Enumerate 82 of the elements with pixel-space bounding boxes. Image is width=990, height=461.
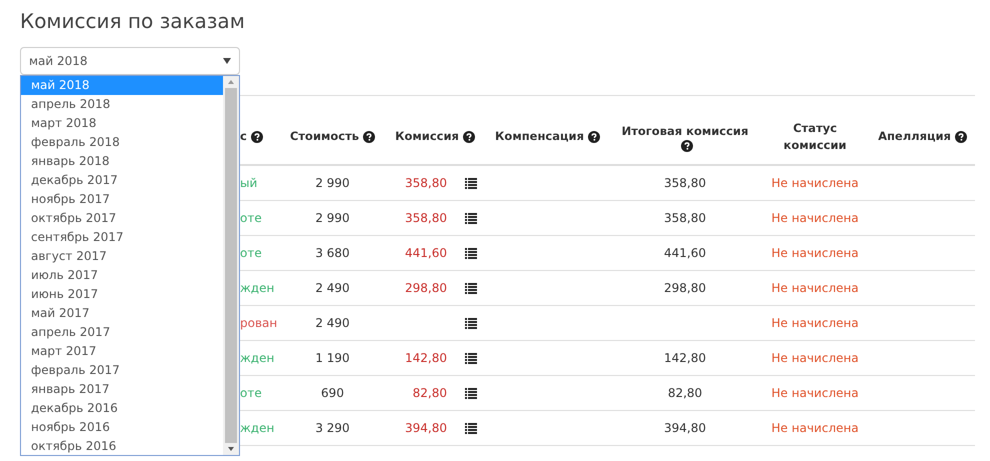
month-option[interactable]: март 2018	[21, 114, 223, 133]
month-option[interactable]: октябрь 2017	[21, 209, 223, 228]
list-icon[interactable]	[465, 178, 477, 189]
month-option[interactable]: сентябрь 2017	[21, 228, 223, 247]
commission-status: Не начислена	[771, 420, 859, 437]
month-option[interactable]: февраль 2018	[21, 133, 223, 152]
commission-value: 142,80	[405, 350, 447, 367]
table-cell-text: 142,80	[664, 350, 706, 367]
month-option[interactable]: апрель 2017	[21, 323, 223, 342]
column-header: Апелляция	[878, 128, 951, 146]
commission-status: Не начислена	[771, 280, 859, 297]
table-cell-text: 2 990	[315, 175, 350, 192]
help-icon[interactable]	[954, 131, 967, 143]
month-option[interactable]: октябрь 2016	[21, 437, 223, 456]
table-cell-text: 82,80	[668, 385, 702, 402]
help-icon[interactable]	[250, 131, 263, 143]
list-icon[interactable]	[465, 388, 477, 399]
column-header: Комиссия	[395, 128, 459, 146]
list-icon[interactable]	[465, 213, 477, 224]
order-status: жден	[240, 350, 274, 367]
month-option[interactable]: декабрь 2017	[21, 171, 223, 190]
help-icon[interactable]	[681, 140, 693, 152]
page-title: Комиссия по заказам	[20, 8, 245, 35]
month-option[interactable]: апрель 2018	[21, 95, 223, 114]
month-option[interactable]: январь 2018	[21, 152, 223, 171]
list-icon[interactable]	[465, 283, 477, 294]
table-cell-text: 358,80	[664, 210, 706, 227]
table-cell-text: 1 190	[315, 350, 350, 367]
table-cell-text: 3 680	[315, 245, 350, 262]
month-option[interactable]: декабрь 2016	[21, 399, 223, 418]
month-option[interactable]: май 2017	[21, 304, 223, 323]
table-cell-text: 394,80	[664, 420, 706, 437]
month-option[interactable]: август 2017	[21, 247, 223, 266]
commission-value: 358,80	[405, 210, 447, 227]
month-option[interactable]: ноябрь 2016	[21, 418, 223, 437]
month-option[interactable]: январь 2017	[21, 380, 223, 399]
list-icon[interactable]	[465, 318, 477, 329]
commission-status: Не начислена	[771, 245, 859, 262]
order-status: жден	[240, 420, 274, 437]
help-icon[interactable]	[462, 131, 475, 143]
commission-status: Не начислена	[771, 385, 859, 402]
commission-value: 298,80	[405, 280, 447, 297]
table-cell-text: 2 490	[315, 315, 350, 332]
month-option[interactable]: февраль 2017	[21, 361, 223, 380]
order-status: рован	[240, 315, 278, 332]
table-cell-text: 2 490	[315, 280, 350, 297]
commission-status: Не начислена	[771, 350, 859, 367]
column-header: Статус комиссии	[782, 120, 848, 154]
order-status: оте	[240, 385, 262, 402]
month-option[interactable]: март 2017	[21, 342, 223, 361]
list-icon[interactable]	[465, 248, 477, 259]
scrollbar[interactable]	[223, 76, 239, 455]
column-header: Компенсация	[495, 128, 584, 146]
dropdown-arrow-icon	[223, 58, 231, 64]
list-icon[interactable]	[465, 353, 477, 364]
column-header: Стоимость	[290, 128, 360, 146]
order-status: оте	[240, 245, 262, 262]
table-cell-text: 298,80	[664, 280, 706, 297]
table-cell-text: 3 290	[315, 420, 350, 437]
commission-value: 358,80	[405, 175, 447, 192]
help-icon[interactable]	[363, 131, 376, 143]
commission-value: 441,60	[405, 245, 447, 262]
list-icon[interactable]	[465, 423, 477, 434]
order-status: оте	[240, 210, 262, 227]
column-header: с	[240, 128, 247, 146]
table-cell-text: 690	[321, 385, 344, 402]
commission-status: Не начислена	[771, 175, 859, 192]
commission-value: 394,80	[405, 420, 447, 437]
help-icon[interactable]	[588, 131, 600, 143]
month-option[interactable]: июль 2017	[21, 266, 223, 285]
month-option[interactable]: ноябрь 2017	[21, 190, 223, 209]
commission-status: Не начислена	[771, 315, 859, 332]
order-status: ый	[240, 175, 258, 192]
month-option[interactable]: июнь 2017	[21, 285, 223, 304]
table-cell-text: 358,80	[664, 175, 706, 192]
commission-value: 82,80	[412, 385, 447, 402]
commission-status: Не начислена	[771, 210, 859, 227]
month-select[interactable]: май 2018	[20, 47, 240, 75]
table-cell-text: 2 990	[315, 210, 350, 227]
order-status: жден	[240, 280, 274, 297]
table-cell-text: 441,60	[664, 245, 706, 262]
column-header: Итоговая комиссия	[620, 122, 750, 140]
